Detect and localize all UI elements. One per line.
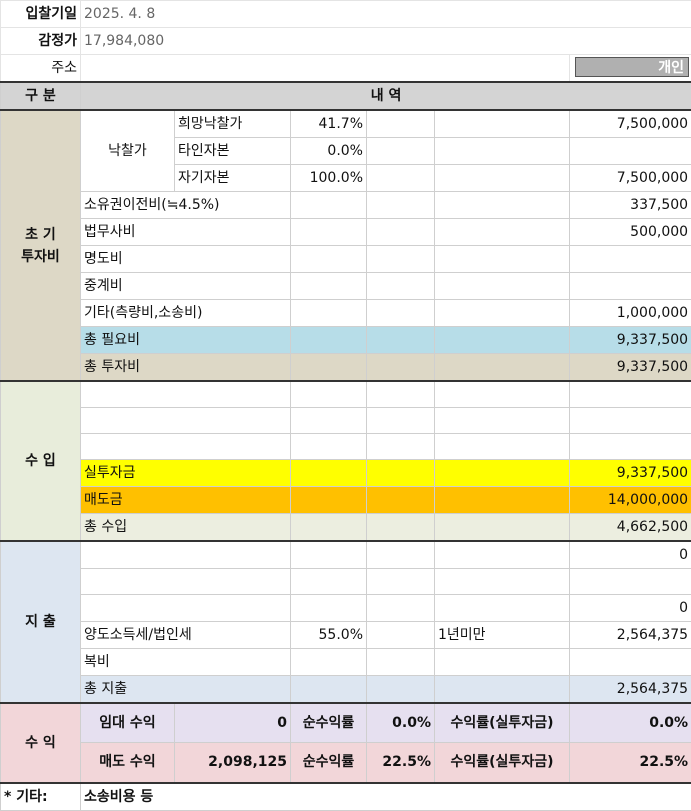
initial-label-1: 초 기 <box>4 224 77 246</box>
total-required-amount[interactable]: 9,337,500 <box>570 327 691 354</box>
sale-price-amount[interactable]: 14,000,000 <box>570 486 691 513</box>
expense-row1-amount[interactable]: 0 <box>570 541 691 569</box>
sale-net-rate[interactable]: 22.5% <box>367 743 435 783</box>
footer-value[interactable]: 소송비용 등 <box>81 783 691 811</box>
category-header: 구 분 <box>1 82 81 110</box>
sale-profit-label: 매도 수익 <box>81 743 175 783</box>
address-value[interactable] <box>81 55 570 83</box>
other-capital-rate[interactable]: 0.0% <box>291 138 367 165</box>
appraisal-value[interactable]: 17,984,080 <box>81 28 691 55</box>
total-invest-label: 총 투자비 <box>81 354 291 382</box>
desired-bid-label: 희망낙찰가 <box>175 110 291 138</box>
desired-bid-amount[interactable]: 7,500,000 <box>570 110 691 138</box>
rent-roi-label: 수익률(실투자금) <box>435 703 570 743</box>
appraisal-label: 감정가 <box>1 28 81 55</box>
actual-invest-amount[interactable]: 9,337,500 <box>570 459 691 486</box>
other-capital-label: 타인자본 <box>175 138 291 165</box>
tax-period[interactable]: 1년미만 <box>435 621 570 648</box>
rent-profit-amount[interactable]: 0 <box>175 703 291 743</box>
total-income-amount[interactable]: 4,662,500 <box>570 513 691 541</box>
profit-section: 수 익 <box>1 703 81 783</box>
rent-net-rate[interactable]: 0.0% <box>367 703 435 743</box>
sale-profit-amount[interactable]: 2,098,125 <box>175 743 291 783</box>
bid-date-label: 입찰기일 <box>1 1 81 28</box>
total-income-label: 총 수입 <box>81 513 291 541</box>
brokerage-label: 중계비 <box>81 273 291 300</box>
own-capital-amount[interactable]: 7,500,000 <box>570 165 691 192</box>
sale-price-label: 매도금 <box>81 486 291 513</box>
rent-roi[interactable]: 0.0% <box>570 703 691 743</box>
bid-price-label: 낙찰가 <box>81 110 175 192</box>
detail-header: 내 역 <box>81 82 691 110</box>
sale-roi-label: 수익률(실투자금) <box>435 743 570 783</box>
other-cost-label: 기타(측량비,소송비) <box>81 300 291 327</box>
actual-invest-label: 실투자금 <box>81 459 291 486</box>
own-capital-label: 자기자본 <box>175 165 291 192</box>
address-label: 주소 <box>1 55 81 83</box>
brokerage-amount[interactable] <box>570 273 691 300</box>
rent-net-label: 순수익률 <box>291 703 367 743</box>
total-invest-amount[interactable]: 9,337,500 <box>570 354 691 382</box>
own-capital-rate[interactable]: 100.0% <box>291 165 367 192</box>
transfer-cost-label: 소유권이전비(≒4.5%) <box>81 192 291 219</box>
initial-label-2: 투자비 <box>4 246 77 268</box>
other-capital-amount[interactable] <box>570 138 691 165</box>
desired-bid-rate[interactable]: 41.7% <box>291 110 367 138</box>
tax-rate[interactable]: 55.0% <box>291 621 367 648</box>
bid-date-value[interactable]: 2025. 4. 8 <box>81 1 691 28</box>
legal-fee-label: 법무사비 <box>81 219 291 246</box>
tax-amount[interactable]: 2,564,375 <box>570 621 691 648</box>
footer-label: * 기타: <box>1 783 81 811</box>
owner-type-cell[interactable]: 개인 <box>570 55 691 83</box>
sale-roi[interactable]: 22.5% <box>570 743 691 783</box>
initial-investment-section: 초 기 투자비 <box>1 110 81 381</box>
auction-analysis-sheet: 입찰기일 2025. 4. 8 감정가 17,984,080 주소 개인 구 분… <box>0 0 691 811</box>
misc-fee-amount[interactable] <box>570 648 691 675</box>
owner-type-badge[interactable]: 개인 <box>575 57 689 77</box>
total-expense-amount[interactable]: 2,564,375 <box>570 675 691 703</box>
total-expense-label: 총 지출 <box>81 675 291 703</box>
eviction-label: 명도비 <box>81 246 291 273</box>
legal-fee-amount[interactable]: 500,000 <box>570 219 691 246</box>
expense-section: 지 출 <box>1 541 81 703</box>
transfer-cost-amount[interactable]: 337,500 <box>570 192 691 219</box>
misc-fee-label: 복비 <box>81 648 291 675</box>
income-section: 수 입 <box>1 381 81 541</box>
rent-profit-label: 임대 수익 <box>81 703 175 743</box>
eviction-amount[interactable] <box>570 246 691 273</box>
sale-net-label: 순수익률 <box>291 743 367 783</box>
expense-row3-amount[interactable]: 0 <box>570 594 691 621</box>
other-cost-amount[interactable]: 1,000,000 <box>570 300 691 327</box>
total-required-label: 총 필요비 <box>81 327 291 354</box>
tax-label: 양도소득세/법인세 <box>81 621 291 648</box>
